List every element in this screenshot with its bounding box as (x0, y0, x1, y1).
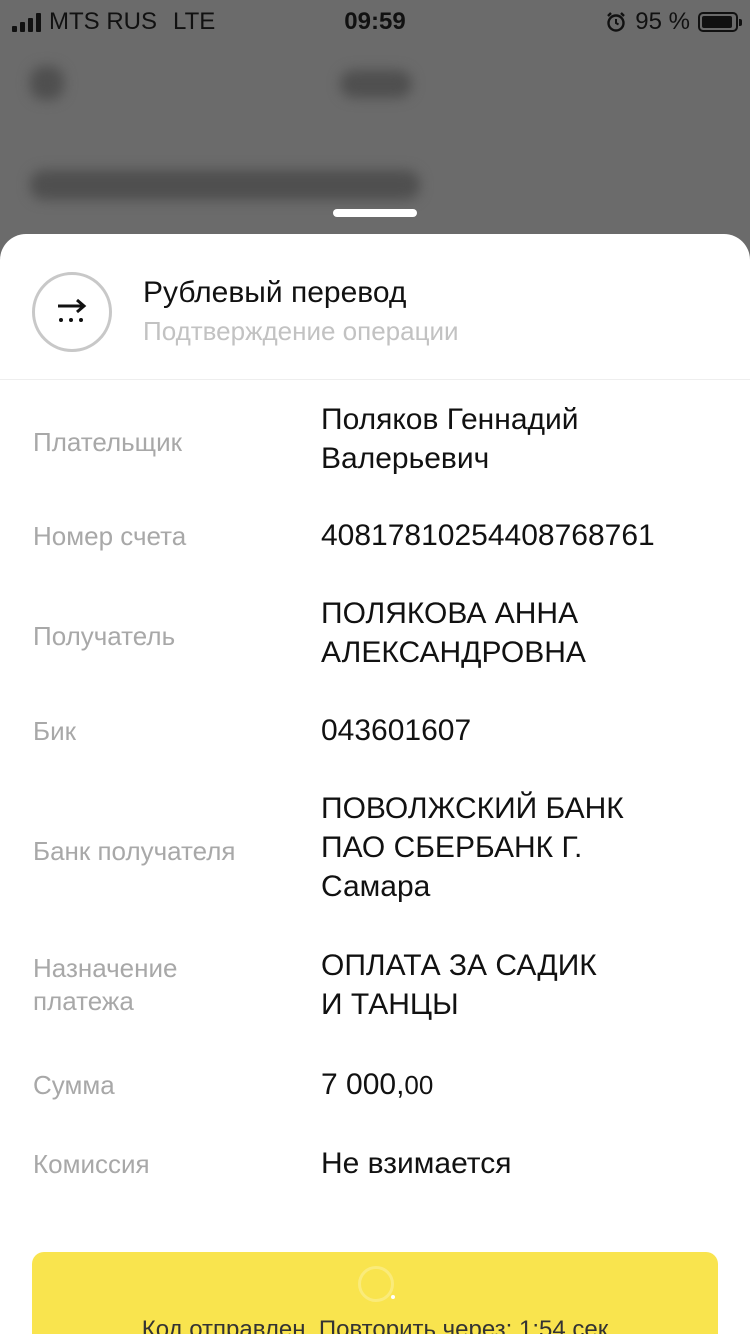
detail-label: Сумма (33, 1070, 115, 1100)
loading-spinner-icon (358, 1266, 394, 1302)
sheet-title: Рублевый перевод (143, 276, 407, 309)
status-bar: MTS RUS LTE 09:59 95 % (0, 0, 750, 40)
battery-percent: 95 % (635, 8, 690, 35)
battery-icon (698, 12, 742, 32)
blurred-back-icon (30, 66, 64, 100)
detail-value: Не взимается (321, 1147, 512, 1180)
spinner-dot (391, 1295, 395, 1299)
detail-value: 40817810254408768761 (321, 519, 655, 552)
alarm-icon (607, 12, 626, 32)
detail-value: 043601607 (321, 714, 472, 747)
detail-label: Плательщик (33, 427, 182, 457)
detail-label: Банк получателя (33, 836, 236, 866)
amount-value: 7 000,00 (321, 1065, 721, 1105)
sheet-grabber-handle[interactable] (333, 209, 417, 217)
detail-label: Номер счета (33, 521, 187, 551)
amount-rubles: 7 000, (321, 1068, 405, 1101)
detail-value: Поляков Геннадий Валерьевич (321, 403, 579, 475)
detail-value: ПОВОЛЖСКИЙ БАНК ПАО СБЕРБАНК Г. Самара (321, 792, 624, 903)
resend-code-button[interactable]: Код отправлен. Повторить через: 1:54 сек (32, 1252, 718, 1334)
confirmation-sheet: Рублевый перевод Подтверждение операции … (0, 234, 750, 1334)
amount-kopecks: 00 (404, 1070, 434, 1100)
detail-value: ПОЛЯКОВА АННА АЛЕКСАНДРОВНА (321, 597, 586, 669)
resend-code-text: Код отправлен. Повторить через: 1:54 сек (141, 1316, 609, 1334)
sheet-header: Рублевый перевод Подтверждение операции (0, 234, 750, 380)
transfer-icon (32, 272, 112, 352)
detail-value: ОПЛАТА ЗА САДИК И ТАНЦЫ (321, 949, 597, 1021)
detail-label: Комиссия (33, 1149, 150, 1179)
blurred-content (30, 170, 420, 200)
sheet-subtitle: Подтверждение операции (143, 316, 459, 346)
detail-label: Назначение платежа (33, 953, 178, 1016)
blurred-title (340, 70, 412, 98)
detail-label: Получатель (33, 621, 176, 651)
detail-label: Бик (33, 716, 76, 746)
